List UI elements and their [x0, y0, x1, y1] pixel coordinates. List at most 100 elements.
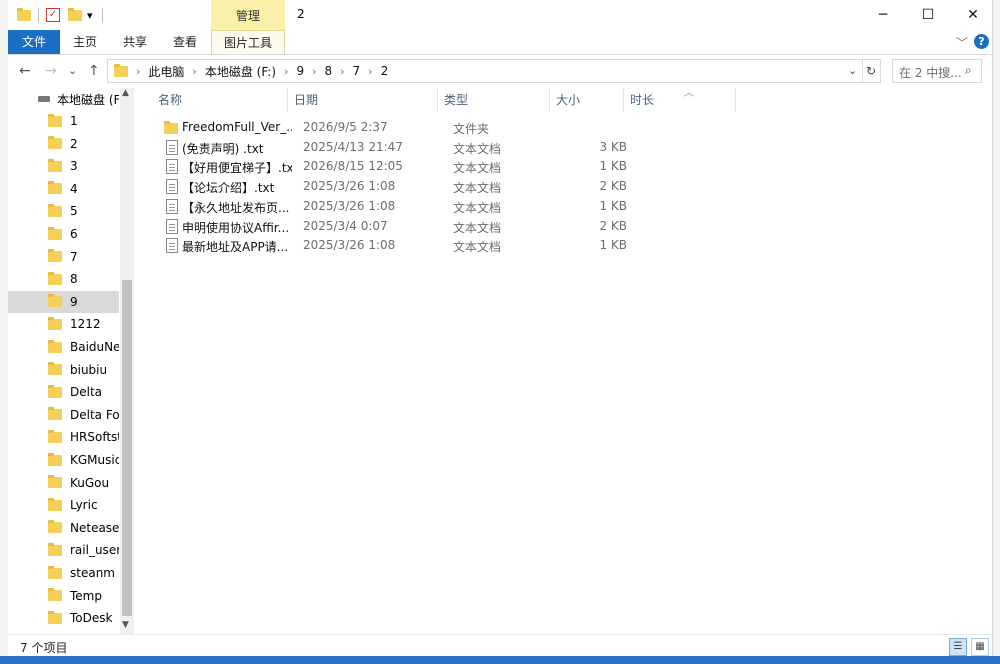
nav-folder-item[interactable]: Delta — [8, 381, 119, 403]
nav-folder-item[interactable]: ToDesk — [8, 607, 119, 629]
tab-picture-tools[interactable]: 图片工具 — [211, 30, 285, 54]
nav-folder-label: Temp — [70, 588, 102, 603]
nav-folder-item[interactable]: BaiduNetdisk — [8, 336, 119, 358]
nav-folder-item[interactable]: 6 — [8, 223, 119, 245]
scroll-down-icon[interactable]: ▼ — [122, 620, 129, 630]
nav-drive-f[interactable]: 本地磁盘 (F:) — [8, 88, 119, 110]
file-size: 3 KB — [599, 139, 627, 154]
nav-folder-item[interactable]: Temp — [8, 585, 119, 607]
folder-icon — [48, 407, 62, 421]
file-size: 1 KB — [599, 198, 627, 213]
breadcrumb-separator-icon[interactable]: › — [312, 65, 316, 78]
folder-icon — [164, 121, 178, 134]
scroll-up-icon[interactable]: ▲ — [122, 88, 129, 98]
nav-folder-item[interactable]: 4 — [8, 178, 119, 200]
tab-home[interactable]: 主页 — [64, 30, 106, 54]
search-input[interactable]: 在 2 中搜... ⌕ — [892, 59, 982, 83]
nav-folder-label: Lyric — [70, 498, 98, 513]
folder-icon — [48, 588, 62, 602]
file-type: 文本文档 — [453, 200, 502, 215]
file-row[interactable]: 申明使用协议Affir... 2025/3/4 0:07 文本文档 2 KB — [158, 217, 628, 237]
quick-access-new-folder-icon[interactable] — [68, 6, 82, 24]
file-date: 2025/3/26 1:08 — [303, 238, 396, 253]
file-row[interactable]: FreedomFull_Ver_... 2026/9/5 2:37 文件夹 — [158, 118, 628, 138]
titlebar-separator — [102, 8, 103, 22]
breadcrumb-drive-f[interactable]: 本地磁盘 (F:) — [205, 63, 276, 80]
nav-folder-label: 4 — [70, 181, 78, 196]
file-row[interactable]: 【好用便宜梯子】.txt 2026/8/15 12:05 文本文档 1 KB — [158, 157, 628, 177]
manage-tab[interactable]: 管理 — [211, 0, 285, 30]
ribbon-collapse-chevron-icon[interactable]: ﹀ — [956, 34, 968, 51]
nav-folder-item[interactable]: 7 — [8, 246, 119, 268]
column-header-size[interactable]: 大小 — [550, 88, 624, 112]
nav-folder-item[interactable]: KGMusic — [8, 449, 119, 471]
breadcrumb-separator-icon[interactable]: › — [284, 65, 288, 78]
breadcrumb-7[interactable]: 7 — [353, 64, 361, 78]
nav-folder-item[interactable]: 1 — [8, 110, 119, 132]
search-icon[interactable]: ⌕ — [965, 63, 972, 78]
nav-folder-item[interactable]: HRSoftstore — [8, 426, 119, 448]
breadcrumb-9[interactable]: 9 — [296, 64, 304, 78]
nav-folder-item[interactable]: 8 — [8, 268, 119, 290]
file-row[interactable]: 【论坛介绍】.txt 2025/3/26 1:08 文本文档 2 KB — [158, 177, 628, 197]
nav-folder-item[interactable]: 1212 — [8, 313, 119, 335]
column-header-type[interactable]: 类型 — [438, 88, 550, 112]
nav-folder-item[interactable]: biubiu — [8, 359, 119, 381]
up-arrow-icon[interactable]: ↑ — [88, 63, 100, 79]
nav-folder-item[interactable]: Delta Force — [8, 404, 119, 426]
address-dropdown-chevron-icon[interactable]: ⌄ — [848, 64, 857, 77]
text-document-icon — [166, 218, 178, 234]
minimize-button[interactable]: ─ — [860, 0, 906, 30]
address-bar[interactable]: › 此电脑 › 本地磁盘 (F:) › 9 › 8 › 7 › 2 — [107, 59, 863, 83]
file-row[interactable]: 最新地址及APP请... 2025/3/26 1:08 文本文档 1 KB — [158, 236, 628, 256]
file-size: 2 KB — [599, 179, 627, 194]
nav-folder-item[interactable]: 5 — [8, 200, 119, 222]
breadcrumb-separator-icon[interactable]: › — [340, 65, 344, 78]
file-size: 2 KB — [599, 218, 627, 233]
breadcrumb-2[interactable]: 2 — [381, 64, 389, 78]
file-date: 2025/3/4 0:07 — [303, 218, 388, 233]
forward-arrow-icon[interactable]: → — [45, 63, 57, 79]
close-button[interactable]: ✕ — [950, 0, 996, 30]
column-header-date[interactable]: 日期 — [288, 88, 438, 112]
nav-folder-item[interactable]: steanm — [8, 562, 119, 584]
column-header-duration[interactable]: 时长 — [624, 88, 736, 112]
maximize-button[interactable]: ☐ — [905, 0, 951, 30]
nav-scrollbar[interactable]: ▲ ▼ — [120, 88, 134, 634]
file-row[interactable]: 【永久地址发布页... 2025/3/26 1:08 文本文档 1 KB — [158, 197, 628, 217]
nav-folder-label: 7 — [70, 249, 78, 264]
breadcrumb-this-pc[interactable]: 此电脑 — [148, 63, 184, 80]
taskbar-edge — [0, 656, 1000, 664]
details-view-icon[interactable]: ☰ — [949, 638, 967, 656]
quick-access-folder-icon[interactable] — [17, 6, 31, 24]
column-header-name[interactable]: 名称 — [152, 88, 288, 112]
breadcrumb-separator-icon[interactable]: › — [136, 65, 140, 78]
tab-file[interactable]: 文件 — [8, 30, 60, 54]
refresh-icon[interactable]: ↻ — [862, 59, 881, 83]
large-icons-view-icon[interactable]: ▦ — [971, 638, 989, 656]
text-document-icon — [166, 238, 178, 254]
tab-view[interactable]: 查看 — [164, 30, 206, 54]
file-date: 2026/8/15 12:05 — [303, 159, 403, 174]
recent-locations-chevron-icon[interactable]: ⌄ — [68, 64, 77, 77]
help-icon[interactable]: ? — [974, 34, 989, 49]
folder-icon — [48, 497, 62, 511]
nav-folder-item[interactable]: 2 — [8, 133, 119, 155]
breadcrumb-separator-icon[interactable]: › — [368, 65, 372, 78]
nav-folder-item[interactable]: 9 — [8, 290, 119, 313]
nav-folder-item[interactable]: Netease — [8, 517, 119, 539]
breadcrumb-separator-icon[interactable]: › — [192, 65, 196, 78]
quick-access-dropdown[interactable]: ▾ — [87, 6, 93, 24]
file-row[interactable]: (免责声明) .txt 2025/4/13 21:47 文本文档 3 KB — [158, 138, 628, 158]
nav-folder-item[interactable]: 3 — [8, 155, 119, 177]
quick-access-properties-icon[interactable]: ✓ — [46, 6, 60, 24]
tab-share[interactable]: 共享 — [114, 30, 156, 54]
scroll-thumb[interactable] — [122, 280, 132, 616]
back-arrow-icon[interactable]: ← — [19, 63, 31, 79]
nav-folder-item[interactable]: rail_user_data — [8, 539, 119, 561]
nav-folder-label: HRSoftstore — [70, 430, 119, 445]
nav-folder-item[interactable]: KuGou — [8, 472, 119, 494]
breadcrumb-8[interactable]: 8 — [324, 64, 332, 78]
nav-folder-item[interactable]: Lyric — [8, 494, 119, 516]
nav-folder-label: 2 — [70, 136, 78, 151]
